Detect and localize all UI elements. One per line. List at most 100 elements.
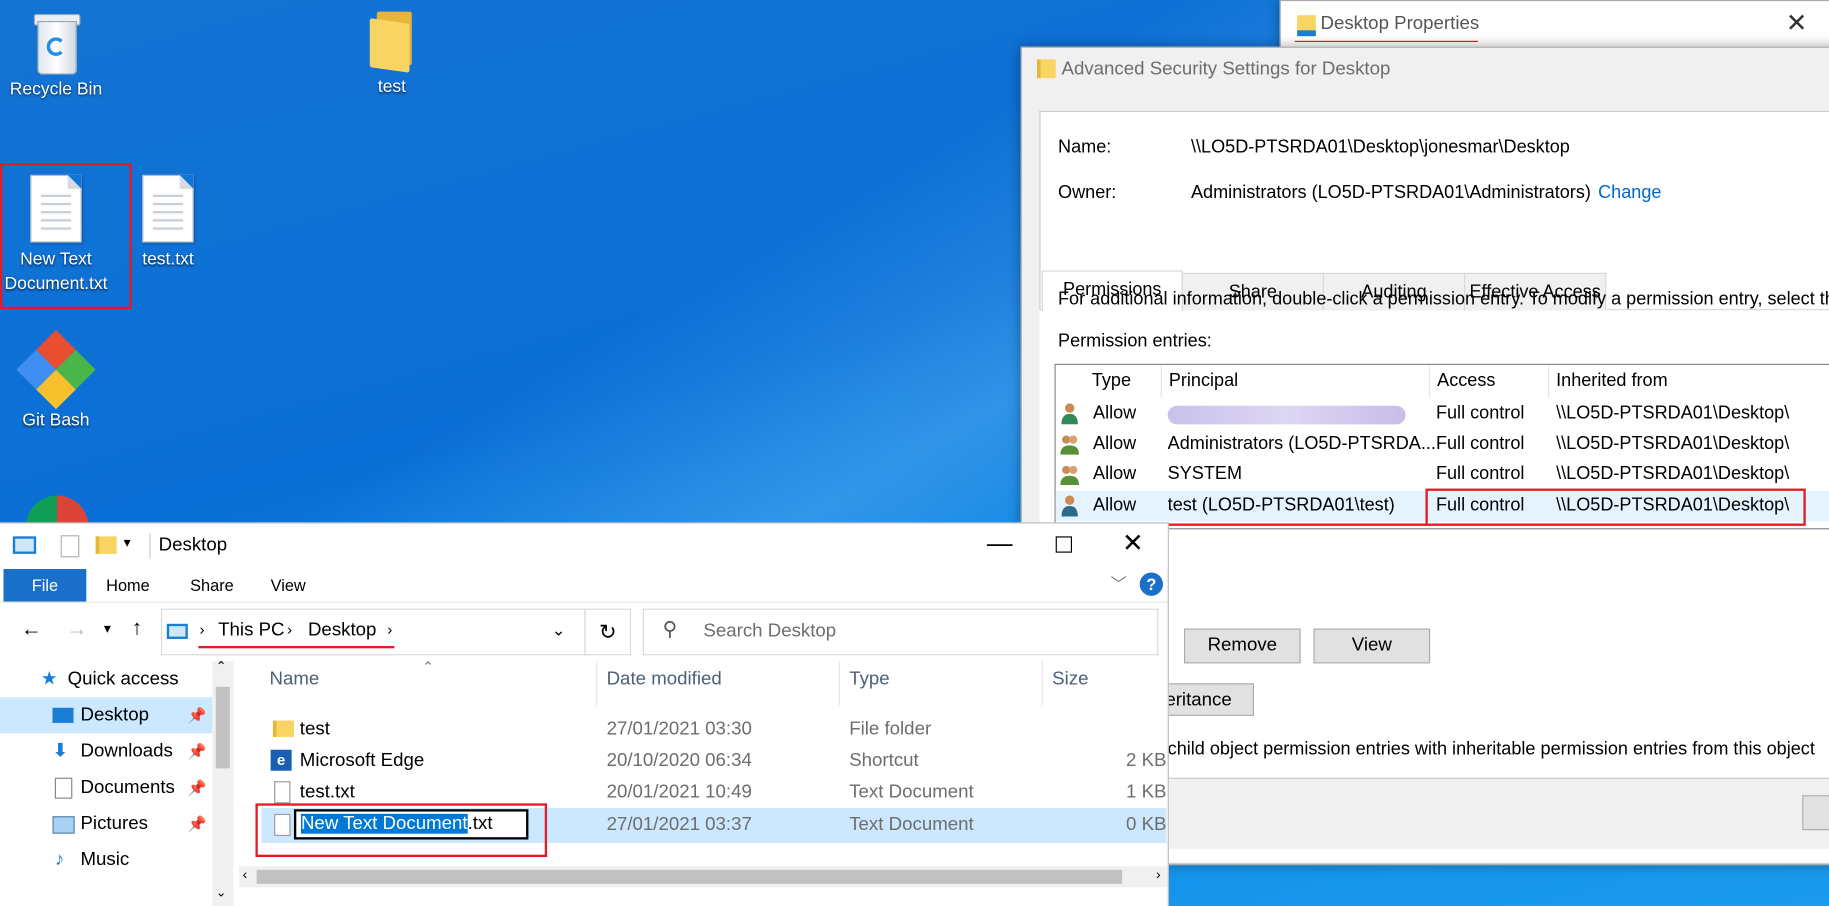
folder-icon [1297, 15, 1316, 37]
name-value: \\LO5D-PTSRDA01\Desktop\jonesmar\Desktop [1190, 137, 1570, 158]
desktop-icon-label: Git Bash [22, 410, 90, 431]
pin-icon[interactable]: 📌 [188, 770, 207, 806]
explorer-titlebar: ▾ Desktop — ✕ [0, 523, 1168, 570]
breadcrumb-underline-highlight [198, 645, 395, 649]
recycle-bin-icon [33, 12, 81, 75]
horizontal-scrollbar-thumb[interactable] [256, 869, 1123, 884]
chevron-right-icon: › [387, 620, 393, 638]
close-icon[interactable]: ✕ [1786, 8, 1808, 38]
computer-icon [166, 623, 188, 639]
file-explorer-window: ▾ Desktop — ✕ File Home Share View ﹀ ? ←… [0, 522, 1169, 906]
back-arrow-icon[interactable]: ← [21, 617, 42, 641]
file-row[interactable]: e Microsoft Edge 20/10/2020 06:34 Shortc… [261, 745, 1167, 776]
nav-scrollbar-thumb[interactable] [215, 686, 230, 769]
nav-item-music[interactable]: ♪ Music [0, 842, 212, 878]
column-type[interactable]: Type [849, 669, 889, 702]
search-box[interactable]: ⚲ Search Desktop [642, 608, 1159, 656]
music-icon: ♪ [54, 850, 65, 870]
column-date-modified[interactable]: Date modified [607, 669, 722, 702]
up-arrow-icon[interactable]: ↑ [132, 616, 142, 640]
nav-item-quick-access[interactable]: ★ Quick access [0, 661, 212, 697]
desktop-icon-label: New Text Document.txt [4, 249, 108, 294]
chevron-down-icon[interactable]: ⌄ [552, 620, 566, 640]
folder-icon [272, 720, 294, 737]
nav-scrollbar[interactable]: ⌃ ⌄ [212, 659, 234, 906]
ribbon-tabs: File Home Share View ﹀ ? [0, 569, 1168, 602]
nav-item-downloads[interactable]: ⬇ Downloads 📌 [0, 733, 212, 769]
download-arrow-icon: ⬇ [52, 741, 69, 762]
desktop-icon-label: test [377, 76, 407, 97]
ribbon-file-tab[interactable]: File [3, 569, 87, 602]
view-button[interactable]: View [1313, 628, 1431, 664]
nav-item-pictures[interactable]: Pictures 📌 [0, 806, 212, 842]
column-inherited-from[interactable]: Inherited from [1549, 365, 1829, 398]
help-icon[interactable]: ? [1139, 572, 1164, 596]
file-row[interactable]: test 27/01/2021 03:30 File folder [261, 714, 1166, 745]
ribbon-home-tab[interactable]: Home [106, 576, 150, 595]
column-name[interactable]: Name [269, 669, 319, 702]
minimize-icon[interactable]: — [987, 528, 1013, 558]
edge-icon: e [270, 749, 292, 771]
desktop-icon-recycle-bin[interactable]: Recycle Bin [0, 12, 114, 102]
maximize-icon[interactable] [1055, 536, 1073, 553]
nav-item-documents[interactable]: Documents 📌 [0, 770, 212, 806]
pin-icon[interactable]: 📌 [188, 733, 207, 769]
explorer-title: Desktop [158, 535, 228, 556]
pin-icon[interactable]: 📌 [188, 697, 207, 733]
navigation-pane: ★ Quick access Desktop 📌 ⬇ Downloads 📌 D… [0, 659, 235, 906]
recent-locations-icon[interactable]: ▾ [104, 620, 111, 636]
ribbon-share-tab[interactable]: Share [190, 576, 234, 595]
desktop-icon-git-bash[interactable]: Git Bash [0, 330, 114, 432]
star-icon: ★ [40, 669, 58, 690]
permission-row[interactable]: Allow Full control \\LO5D-PTSRDA01\Deskt… [1056, 399, 1829, 429]
breadcrumb-this-pc[interactable]: This PC [218, 620, 284, 641]
group-icon [1060, 465, 1080, 486]
permission-entries-label: Permission entries: [1058, 331, 1212, 351]
computer-icon [12, 536, 37, 554]
navigation-bar: ← → ▾ ↑ › This PC › Desktop › ⌄ ↻ ⚲ Sear… [0, 601, 1168, 661]
ok-button[interactable] [1802, 795, 1829, 831]
rename-highlight-box [255, 803, 548, 858]
replace-permissions-text[interactable]: child object permission entries with inh… [1168, 739, 1815, 760]
title-underline-highlight [1294, 40, 1478, 42]
breadcrumb-desktop[interactable]: Desktop [308, 620, 376, 641]
desktop-icon-new-text-document[interactable]: New Text Document.txt [0, 174, 114, 296]
group-icon [1060, 435, 1080, 455]
column-access[interactable]: Access [1430, 364, 1550, 398]
text-document-icon [142, 174, 194, 243]
address-bar[interactable]: › This PC › Desktop › ⌄ [160, 608, 586, 656]
column-size[interactable]: Size [1052, 669, 1088, 702]
folder-icon [369, 11, 414, 73]
chevron-down-icon[interactable]: ﹀ [1111, 573, 1127, 596]
chevron-down-icon[interactable]: ▾ [124, 534, 131, 550]
horizontal-scrollbar[interactable]: ‹ › [239, 866, 1168, 888]
close-icon[interactable]: ✕ [1122, 528, 1144, 558]
pictures-icon [52, 816, 75, 834]
permission-row[interactable]: Allow SYSTEM Full control \\LO5D-PTSRDA0… [1056, 459, 1829, 489]
owner-value: Administrators (LO5D-PTSRDA01\Administra… [1190, 183, 1591, 203]
scroll-up-icon[interactable]: ⌃ [216, 659, 227, 674]
refresh-icon[interactable]: ↻ [584, 608, 632, 656]
ribbon-view-tab[interactable]: View [271, 576, 306, 595]
scroll-right-icon[interactable]: › [1156, 866, 1161, 882]
remove-button[interactable]: Remove [1183, 628, 1301, 664]
desktop-icon-test-txt[interactable]: test.txt [110, 174, 227, 272]
column-principal[interactable]: Principal [1162, 364, 1431, 398]
pin-icon[interactable]: 📌 [188, 806, 207, 842]
new-folder-quick-icon[interactable] [95, 536, 117, 554]
search-icon: ⚲ [662, 617, 678, 641]
permissions-info-text: For additional information, double-click… [1058, 289, 1829, 309]
security-window-title: Advanced Security Settings for Desktop [1061, 59, 1391, 80]
column-type[interactable]: Type [1085, 364, 1162, 398]
chevron-right-icon: › [286, 620, 293, 638]
properties-quick-icon[interactable] [60, 535, 80, 558]
sort-up-icon: ⌃ [422, 658, 435, 676]
desktop-icon-test-folder[interactable]: test [334, 11, 451, 99]
scroll-down-icon[interactable]: ⌄ [216, 885, 227, 900]
change-owner-link[interactable]: Change [1598, 183, 1661, 204]
scroll-left-icon[interactable]: ‹ [243, 866, 248, 882]
nav-item-desktop[interactable]: Desktop 📌 [0, 697, 213, 734]
permission-row[interactable]: Allow Administrators (LO5D-PTSRDA... Ful… [1056, 429, 1829, 459]
search-placeholder: Search Desktop [703, 621, 837, 642]
forward-arrow-icon[interactable]: → [66, 617, 87, 641]
